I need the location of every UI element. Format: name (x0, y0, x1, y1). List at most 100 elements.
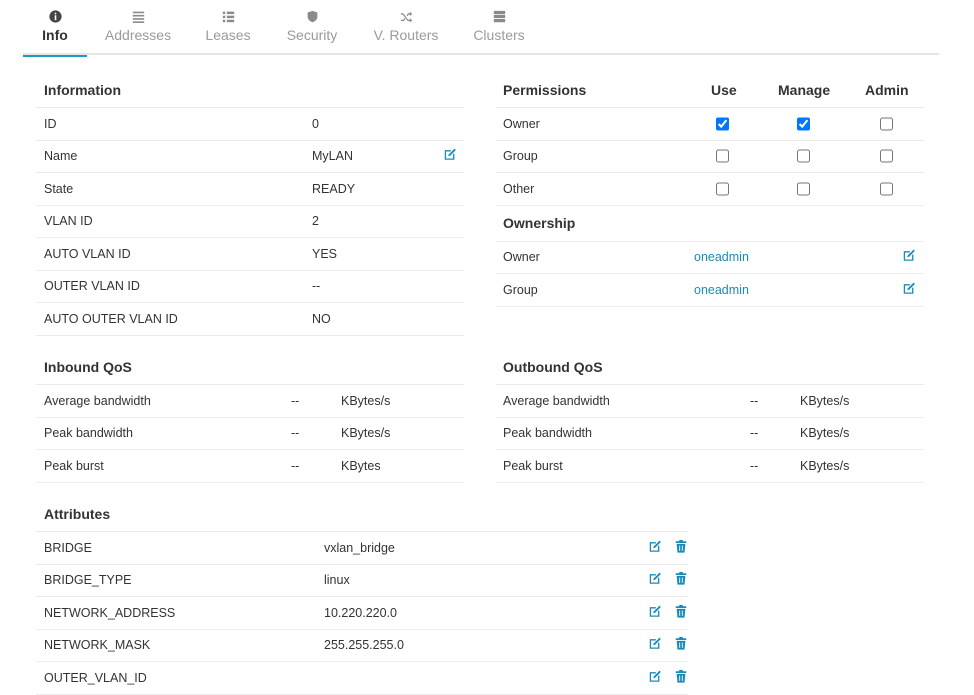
inbound-row-average: Average bandwidth -- KBytes/s (36, 385, 464, 418)
info-row-id: ID 0 (36, 108, 464, 141)
edit-owner-icon[interactable] (902, 249, 916, 266)
qos-unit: KBytes (341, 458, 381, 473)
group-use-checkbox[interactable] (716, 149, 729, 163)
info-value: YES (312, 246, 338, 261)
inbound-qos-panel: Inbound QoS Average bandwidth -- KBytes/… (36, 349, 464, 483)
attribute-row: OUTER_VLAN_ID (36, 662, 688, 695)
qos-unit: KBytes/s (800, 393, 850, 408)
attribute-row: NETWORK_ADDRESS 10.220.220.0 (36, 597, 688, 630)
info-row-name: Name MyLAN (36, 141, 464, 173)
permission-label: Group (503, 149, 538, 164)
permission-row-owner: Owner (496, 108, 924, 141)
ownership-row-group: Group oneadmin (496, 274, 924, 307)
attribute-key: BRIDGE_TYPE (44, 573, 132, 588)
edit-icon[interactable] (648, 669, 662, 686)
qos-unit: KBytes/s (341, 426, 391, 441)
attributes-title: Attributes (44, 505, 111, 522)
info-label: State (44, 181, 74, 196)
qos-label: Peak burst (44, 458, 104, 473)
info-row-outer-vlan-id: OUTER VLAN ID -- (36, 271, 464, 303)
tab-v-routers[interactable]: V. Routers (373, 10, 439, 55)
group-admin-checkbox[interactable] (880, 149, 893, 163)
attribute-row: NETWORK_MASK 255.255.255.0 (36, 630, 688, 662)
attributes-header: Attributes (36, 496, 688, 532)
random-icon (373, 10, 439, 26)
info-value: 2 (312, 214, 319, 229)
outbound-qos-panel: Outbound QoS Average bandwidth -- KBytes… (496, 349, 924, 483)
info-value: -- (312, 279, 321, 294)
qos-value: -- (291, 426, 300, 441)
edit-icon[interactable] (648, 572, 662, 589)
info-label: ID (44, 116, 57, 131)
permission-label: Owner (503, 116, 540, 131)
info-row-vlan-id: VLAN ID 2 (36, 206, 464, 238)
outbound-qos-header: Outbound QoS (496, 349, 924, 385)
outbound-row-peak: Peak bandwidth -- KBytes/s (496, 418, 924, 450)
qos-unit: KBytes/s (800, 426, 850, 441)
ownership-row-owner: Owner oneadmin (496, 242, 924, 274)
qos-unit: KBytes/s (800, 458, 850, 473)
info-label: OUTER VLAN ID (44, 279, 140, 294)
info-value: 0 (312, 116, 319, 131)
trash-icon[interactable] (674, 572, 688, 589)
edit-icon[interactable] (648, 637, 662, 654)
group-link[interactable]: oneadmin (694, 283, 749, 297)
ownership-label: Group (503, 282, 538, 297)
tab-info[interactable]: Info (23, 10, 87, 57)
attribute-value: 10.220.220.0 (324, 605, 397, 620)
column-manage: Manage (778, 81, 831, 98)
list-bullets-icon (203, 10, 253, 26)
attributes-panel: Attributes BRIDGE vxlan_bridge BRIDGE_TY… (36, 496, 688, 695)
tab-leases[interactable]: Leases (203, 10, 253, 55)
column-use: Use (711, 81, 737, 98)
tab-clusters[interactable]: Clusters (473, 10, 525, 55)
qos-unit: KBytes/s (341, 393, 391, 408)
other-manage-checkbox[interactable] (797, 182, 810, 196)
trash-icon[interactable] (674, 604, 688, 621)
qos-label: Average bandwidth (503, 393, 610, 408)
edit-icon[interactable] (648, 604, 662, 621)
owner-admin-checkbox[interactable] (880, 117, 893, 131)
qos-value: -- (750, 458, 759, 473)
permissions-header: Permissions Use Manage Admin (496, 72, 924, 108)
info-row-state: State READY (36, 173, 464, 206)
info-value: READY (312, 181, 356, 196)
attribute-row: BRIDGE vxlan_bridge (36, 532, 688, 565)
inbound-row-peak: Peak bandwidth -- KBytes/s (36, 418, 464, 450)
inbound-row-burst: Peak burst -- KBytes (36, 450, 464, 483)
owner-use-checkbox[interactable] (716, 117, 729, 131)
information-header: Information (36, 72, 464, 108)
tab-label: Addresses (104, 27, 172, 43)
owner-manage-checkbox[interactable] (797, 117, 810, 131)
attribute-key: OUTER_VLAN_ID (44, 670, 147, 685)
tab-security[interactable]: Security (283, 10, 341, 55)
attribute-key: NETWORK_ADDRESS (44, 605, 176, 620)
information-title: Information (44, 81, 121, 98)
qos-label: Average bandwidth (44, 393, 151, 408)
outbound-row-burst: Peak burst -- KBytes/s (496, 450, 924, 483)
outbound-row-average: Average bandwidth -- KBytes/s (496, 385, 924, 418)
attribute-value: vxlan_bridge (324, 540, 395, 555)
edit-icon[interactable] (648, 539, 662, 556)
other-admin-checkbox[interactable] (880, 182, 893, 196)
permission-row-group: Group (496, 141, 924, 173)
tab-label: Leases (205, 27, 251, 43)
info-row-auto-vlan-id: AUTO VLAN ID YES (36, 238, 464, 271)
other-use-checkbox[interactable] (716, 182, 729, 196)
info-value: MyLAN (312, 149, 353, 164)
ownership-header: Ownership (496, 206, 924, 242)
ownership-title: Ownership (503, 215, 576, 231)
info-label: Name (44, 149, 78, 164)
trash-icon[interactable] (674, 637, 688, 654)
tab-addresses[interactable]: Addresses (103, 10, 173, 55)
permissions-title: Permissions (503, 81, 587, 98)
edit-group-icon[interactable] (902, 281, 916, 298)
trash-icon[interactable] (674, 539, 688, 556)
owner-link[interactable]: oneadmin (694, 250, 749, 264)
edit-name-icon[interactable] (443, 148, 457, 165)
qos-label: Peak bandwidth (503, 426, 592, 441)
group-manage-checkbox[interactable] (797, 149, 810, 163)
info-value: NO (312, 311, 331, 326)
trash-icon[interactable] (674, 669, 688, 686)
attribute-value: 255.255.255.0 (324, 638, 404, 653)
